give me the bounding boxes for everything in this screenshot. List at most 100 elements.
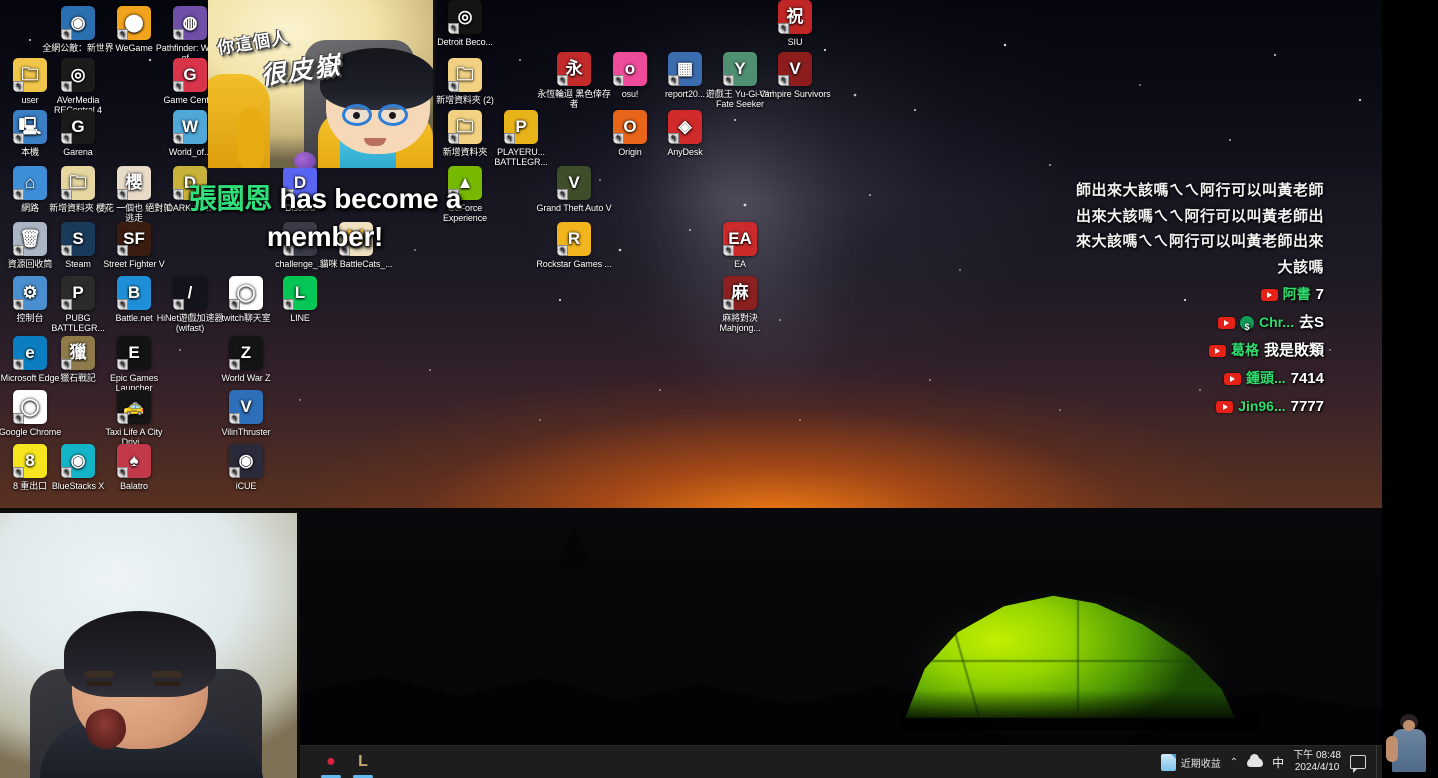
desktop-icon[interactable]: L ↰ LINE bbox=[262, 276, 338, 323]
shortcut-arrow-icon: ↰ bbox=[61, 467, 72, 478]
webcam-secondary-person-side-arm bbox=[238, 108, 264, 168]
desktop-icon[interactable]: V ↰ Grand Theft Auto V bbox=[536, 166, 612, 213]
shortcut-arrow-icon: ↰ bbox=[117, 359, 128, 370]
chat-author: Jin96... bbox=[1238, 398, 1286, 415]
shortcut-arrow-icon: ↰ bbox=[668, 133, 679, 144]
taskbar-apps[interactable]: ● L bbox=[300, 749, 376, 778]
desktop-icon-label: AnyDesk bbox=[667, 147, 703, 157]
shortcut-arrow-icon: ↰ bbox=[61, 245, 72, 256]
desktop-icon-label: LINE bbox=[290, 313, 310, 323]
taskbar-app-recording-app[interactable]: ● bbox=[318, 749, 344, 778]
clock[interactable]: 下午 08:48 2024/4/10 bbox=[1293, 750, 1341, 774]
chat-message: 葛格 我是敗類 bbox=[1074, 338, 1324, 364]
desktop-icon[interactable]: V ↰ Vampire Survivors bbox=[757, 52, 833, 99]
desktop-icon-glyph: ◯ ↰ bbox=[13, 390, 47, 424]
chat-message: 阿書 7 bbox=[1074, 282, 1324, 308]
webcam-secondary[interactable]: 你這個人 很皮嶽 bbox=[208, 0, 436, 168]
shortcut-arrow-icon: ↰ bbox=[557, 75, 568, 86]
webcam-secondary-toy bbox=[294, 152, 316, 168]
webcam-primary-brow-left bbox=[84, 671, 114, 678]
desktop-icon-label: 貓咪 BattleCats_... bbox=[319, 259, 393, 269]
shortcut-arrow-icon: ↰ bbox=[117, 413, 128, 424]
system-tray[interactable]: 近期收益 ⌃ 中 下午 08:48 2024/4/10 bbox=[1160, 750, 1376, 774]
shortcut-arrow-icon: ↰ bbox=[61, 299, 72, 310]
shortcut-arrow-icon: ↰ bbox=[173, 133, 184, 144]
chat-text: 7 bbox=[1315, 286, 1324, 304]
chevron-up-icon[interactable]: ⌃ bbox=[1230, 757, 1238, 768]
shortcut-arrow-icon: ↰ bbox=[117, 245, 128, 256]
shortcut-arrow-icon: ↰ bbox=[13, 359, 24, 370]
corner-overlay-face bbox=[1403, 720, 1415, 731]
webcam-primary-brow-right bbox=[152, 671, 182, 678]
shortcut-arrow-icon: ↰ bbox=[61, 359, 72, 370]
shortcut-arrow-icon: ↰ bbox=[448, 23, 459, 34]
corner-overlay-person bbox=[1380, 706, 1436, 772]
desktop-icon[interactable]: Z ↰ World War Z bbox=[208, 336, 284, 383]
desktop-icon[interactable]: 🚕 ↰ Taxi Life A City Drivi... bbox=[96, 390, 172, 447]
corner-overlay-arm bbox=[1386, 736, 1398, 762]
webcam-secondary-eye-left bbox=[353, 112, 360, 119]
webcam-primary[interactable] bbox=[0, 510, 300, 778]
desktop-icon-glyph: ◉ ↰ bbox=[61, 6, 95, 40]
desktop-icon-label: World War Z bbox=[221, 373, 271, 383]
shortcut-arrow-icon: ↰ bbox=[557, 245, 568, 256]
desktop-icon-glyph: ◎ ↰ bbox=[448, 0, 482, 34]
shortcut-arrow-icon: ↰ bbox=[613, 75, 624, 86]
youtube-badge-icon bbox=[1208, 345, 1226, 357]
youtube-badge-icon bbox=[1216, 401, 1234, 413]
shortcut-arrow-icon: ↰ bbox=[723, 245, 734, 256]
desktop-icon-glyph: S ↰ bbox=[61, 222, 95, 256]
desktop-icon-glyph: 🗀 ↰ bbox=[448, 110, 482, 144]
desktop-icon-label: PLAYERU... BATTLEGR... bbox=[494, 147, 548, 167]
chat-author: 阿書 bbox=[1282, 286, 1311, 303]
desktop-icon-label: VilinThruster bbox=[221, 427, 271, 437]
desktop-icon-glyph: o ↰ bbox=[613, 52, 647, 86]
desktop-icon[interactable]: ♠ ↰ Balatro bbox=[96, 444, 172, 491]
desktop-icon-glyph: G ↰ bbox=[173, 58, 207, 92]
desktop-icon-glyph: V ↰ bbox=[229, 390, 263, 424]
shortcut-arrow-icon: ↰ bbox=[117, 189, 128, 200]
desktop-icon-glyph: 獵 ↰ bbox=[61, 336, 95, 370]
desktop-icon-glyph: 🗀 ↰ bbox=[448, 58, 482, 92]
member-alert-name: 張國恩 bbox=[188, 183, 272, 214]
desktop-icon-glyph: ◍ ↰ bbox=[173, 6, 207, 40]
desktop-icon[interactable]: EA ↰ EA bbox=[702, 222, 778, 269]
desktop-icon[interactable]: ◉ ↰ iCUE bbox=[208, 444, 284, 491]
onedrive-cloud-icon[interactable] bbox=[1247, 753, 1264, 767]
desktop-icon-glyph: SF ↰ bbox=[117, 222, 151, 256]
desktop-icon-label: Garena bbox=[63, 147, 93, 157]
shortcut-arrow-icon: ↰ bbox=[229, 359, 240, 370]
shortcut-arrow-icon: ↰ bbox=[778, 75, 789, 86]
desktop-icon[interactable]: ◎ ↰ Detroit Beco... bbox=[427, 0, 503, 47]
chat-text: 7777 bbox=[1290, 398, 1324, 416]
desktop-icon[interactable]: R ↰ Rockstar Games ... bbox=[536, 222, 612, 269]
desktop-icon[interactable]: ◎↰AVerMedia RECentral 4 bbox=[40, 58, 116, 115]
desktop-icon[interactable]: 🗀 ↰ 新增資料夾 (2) bbox=[427, 58, 503, 105]
desktop-icon[interactable]: 麻 ↰ 麻將對決 Mahjong... bbox=[702, 276, 778, 333]
desktop-icon-label: Google Chrome bbox=[0, 427, 62, 437]
desktop-icon-glyph: ⬤ ↰ bbox=[117, 6, 151, 40]
desktop-icon-label: EA bbox=[734, 259, 746, 269]
desktop-icon-glyph: ▦ ↰ bbox=[668, 52, 702, 86]
desktop-icon[interactable]: ◯ ↰ Google Chrome bbox=[0, 390, 68, 437]
taskbar-app-league-client[interactable]: L bbox=[350, 749, 376, 778]
shortcut-arrow-icon: ↰ bbox=[61, 133, 72, 144]
desktop-icon[interactable]: ◈ ↰ AnyDesk bbox=[647, 110, 723, 157]
shortcut-arrow-icon: ↰ bbox=[117, 29, 128, 40]
taskbar[interactable]: ● L 近期收益 ⌃ 中 下午 08:48 2024/4/10 bbox=[300, 745, 1382, 778]
desktop-icon[interactable]: V ↰ VilinThruster bbox=[208, 390, 284, 437]
tray-earnings[interactable]: 近期收益 bbox=[1160, 753, 1221, 771]
desktop-icon[interactable]: P ↰ PLAYERU... BATTLEGR... bbox=[483, 110, 559, 167]
desktop-icon-glyph: ◉ ↰ bbox=[61, 444, 95, 478]
desktop-icon-glyph: EA ↰ bbox=[723, 222, 757, 256]
desktop-icon[interactable]: E ↰ Epic Games Launcher bbox=[96, 336, 172, 393]
desktop-capture: ◉↰全網公敵：新世界⬤↰WeGame◍↰Pathfinder: Wrath of… bbox=[0, 0, 1382, 778]
desktop-icon-glyph: E ↰ bbox=[117, 336, 151, 370]
notification-center-icon[interactable] bbox=[1350, 755, 1366, 773]
ime-mode-icon[interactable]: 中 bbox=[1272, 754, 1284, 771]
shortcut-arrow-icon: ↰ bbox=[173, 299, 184, 310]
desktop-icon[interactable]: 祝 ↰ SIU bbox=[757, 0, 833, 47]
desktop-icon[interactable]: G ↰ Garena bbox=[40, 110, 116, 157]
desktop-icon-glyph: P ↰ bbox=[61, 276, 95, 310]
desktop-icon-glyph: ◎ ↰ bbox=[61, 58, 95, 92]
